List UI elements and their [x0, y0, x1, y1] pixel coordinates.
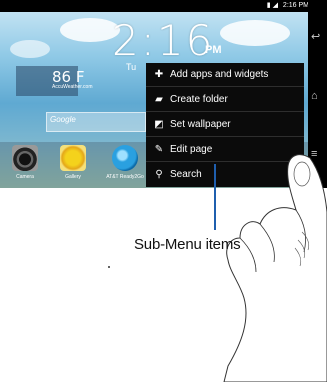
att-app-icon[interactable] [112, 145, 138, 171]
cloud-decoration [60, 18, 120, 42]
wallpaper-icon: ◩ [154, 119, 164, 130]
status-icons: ▮ ◢ [266, 2, 278, 9]
menu-item-create-folder[interactable]: ▰ Create folder [146, 88, 304, 112]
back-icon[interactable]: ↩ [311, 30, 320, 43]
camera-app-label: Camera [16, 174, 34, 180]
edit-icon: ✎ [154, 144, 164, 155]
att-app-label: AT&T Ready2Go [106, 174, 144, 180]
menu-item-add-apps-widgets[interactable]: ✚ Add apps and widgets [146, 63, 304, 87]
folder-icon: ▰ [155, 94, 163, 105]
camera-app-icon[interactable] [12, 145, 38, 171]
weather-source: AccuWeather.com [52, 84, 93, 90]
stray-dot [108, 266, 110, 268]
gallery-app-label: Gallery [65, 174, 81, 180]
search-icon: ⚲ [155, 169, 163, 180]
status-bar: ▮ ◢ 2:16 PM [0, 0, 315, 12]
google-logo-text: Google [50, 115, 76, 124]
gallery-app-icon[interactable] [60, 145, 86, 171]
clock-date: Tu [126, 62, 137, 72]
menu-item-label: Set wallpaper [170, 119, 231, 130]
callout-label: Sub-Menu items [134, 236, 241, 253]
cloud-decoration [220, 20, 290, 46]
callout-line [214, 164, 216, 230]
hand-illustration [223, 154, 327, 382]
cloud-decoration [10, 40, 50, 58]
menu-item-label: Create folder [170, 94, 228, 105]
menu-item-set-wallpaper[interactable]: ◩ Set wallpaper [146, 113, 304, 137]
menu-item-label: Search [170, 169, 202, 180]
clock-time[interactable]: 2:16 [112, 16, 214, 65]
status-time: 2:16 PM [282, 2, 309, 9]
plus-icon: ✚ [154, 69, 164, 80]
clock-ampm: PM [205, 44, 222, 56]
menu-item-label: Add apps and widgets [170, 69, 269, 80]
home-icon[interactable]: ⌂ [311, 90, 318, 102]
